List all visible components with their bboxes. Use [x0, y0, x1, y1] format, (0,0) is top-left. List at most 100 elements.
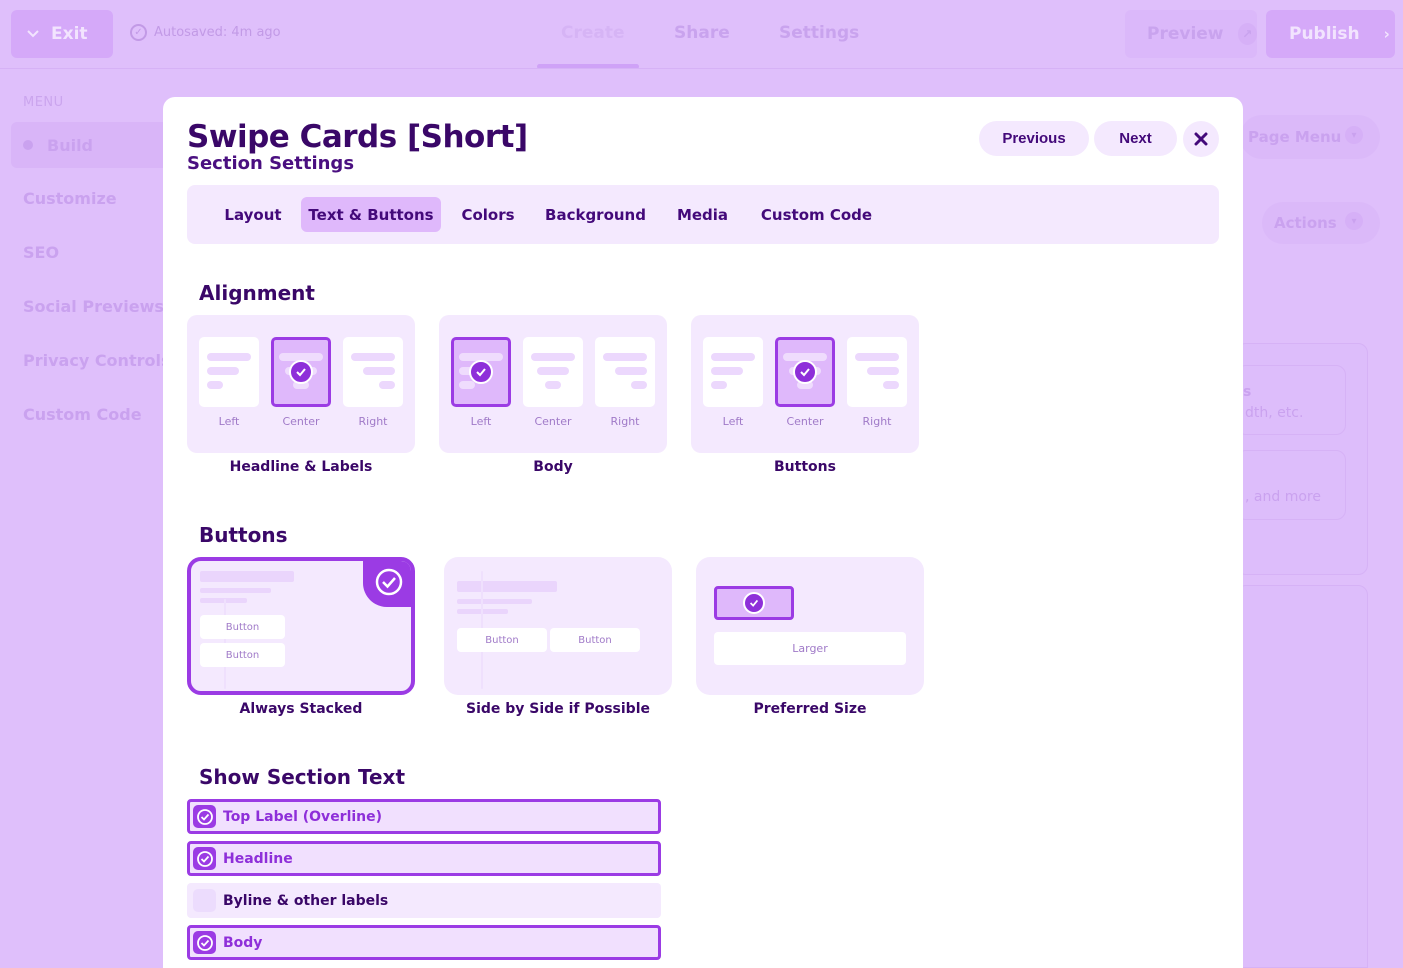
checkbox-checked-icon [193, 847, 216, 870]
buttons-option-label: Preferred Size [753, 701, 867, 717]
tab-custom-code[interactable]: Custom Code [751, 197, 882, 232]
buttons-always-stacked-option[interactable]: Button Button [187, 557, 415, 695]
align-right-option[interactable] [343, 337, 403, 407]
align-center-label: Center [786, 415, 824, 428]
alignment-group-headline: Left Center Right [187, 315, 415, 453]
buttons-side-by-side-option[interactable]: Button Button [444, 557, 672, 695]
right-panel-card-3 [1236, 585, 1368, 968]
toggle-label: Headline [223, 850, 293, 867]
preview-label: Preview [1147, 24, 1224, 44]
next-button[interactable]: Next [1094, 121, 1177, 156]
checkbox-checked-icon [193, 805, 216, 828]
menu-heading: MENU [23, 95, 64, 110]
toggle-top-label[interactable]: Top Label (Overline) [187, 799, 661, 834]
chevron-down-icon: ▾ [1345, 126, 1363, 144]
tab-colors[interactable]: Colors [449, 197, 527, 232]
tab-media[interactable]: Media [664, 197, 741, 232]
topbar-divider [0, 68, 1403, 69]
right-panel-card-2-desc: , and more [1245, 489, 1321, 505]
align-left-label: Left [470, 415, 492, 428]
align-right-option[interactable] [847, 337, 907, 407]
toggle-byline[interactable]: Byline & other labels [187, 883, 661, 918]
preview-button[interactable]: Preview ↗ [1125, 10, 1257, 58]
align-left-option[interactable] [451, 337, 511, 407]
alignment-group-label: Headline & Labels [229, 459, 373, 475]
publish-label: Publish [1289, 24, 1360, 44]
modal-title: Swipe Cards [Short] [187, 119, 528, 155]
align-center-option[interactable] [523, 337, 583, 407]
right-panel-card-2[interactable] [1236, 450, 1346, 520]
check-circle-icon [793, 360, 817, 384]
publish-button[interactable]: Publish › [1266, 10, 1395, 58]
sidebar-item-build[interactable]: Build [11, 122, 171, 168]
right-panel-card-1[interactable] [1236, 365, 1346, 435]
sidebar-item-privacy-controls[interactable]: Privacy Controls [23, 351, 170, 370]
alignment-group-label: Buttons [774, 459, 836, 475]
check-circle-icon [289, 360, 313, 384]
section-settings-modal: Swipe Cards [Short] Section Settings Pre… [163, 97, 1243, 968]
sidebar-item-custom-code[interactable]: Custom Code [23, 405, 142, 424]
check-circle-icon [469, 360, 493, 384]
sidebar-item-customize[interactable]: Customize [23, 189, 117, 208]
align-left-option[interactable] [199, 337, 259, 407]
exit-label: Exit [51, 24, 88, 44]
external-link-icon: ↗ [1237, 23, 1257, 45]
align-center-option[interactable] [271, 337, 331, 407]
align-center-label: Center [282, 415, 320, 428]
checkbox-unchecked-icon [193, 889, 216, 912]
close-button[interactable] [1183, 121, 1219, 157]
alignment-heading: Alignment [199, 281, 315, 305]
autosave-status: ✓ Autosaved: 4m ago [130, 24, 281, 41]
autosave-text: Autosaved: 4m ago [154, 25, 281, 40]
alignment-group-label: Body [533, 459, 573, 475]
sample-button: Button [200, 643, 285, 667]
align-right-label: Right [862, 415, 892, 428]
settings-tabs: Layout Text & Buttons Colors Background … [187, 185, 1219, 244]
toggle-label: Top Label (Overline) [223, 808, 383, 825]
tab-settings[interactable]: Settings [779, 23, 859, 43]
align-center-option[interactable] [775, 337, 835, 407]
sidebar-item-social-previews[interactable]: Social Previews [23, 297, 164, 316]
tab-layout[interactable]: Layout [215, 197, 291, 232]
toggle-headline[interactable]: Headline [187, 841, 661, 876]
check-circle-icon [743, 592, 765, 614]
show-section-text-heading: Show Section Text [199, 765, 406, 789]
top-bar: Exit ✓ Autosaved: 4m ago Create Share Se… [0, 0, 1403, 69]
check-circle-icon [363, 561, 411, 607]
tab-share[interactable]: Share [674, 23, 730, 43]
toggle-body[interactable]: Body [187, 925, 661, 960]
align-right-label: Right [358, 415, 388, 428]
tab-background[interactable]: Background [537, 197, 654, 232]
buttons-heading: Buttons [199, 523, 288, 547]
sample-button: Button [200, 615, 285, 639]
align-left-label: Left [722, 415, 744, 428]
sample-button: Button [457, 628, 547, 652]
buttons-option-label: Side by Side if Possible [466, 701, 650, 717]
buttons-preferred-size-option[interactable]: Larger [696, 557, 924, 695]
chevron-down-icon: ▾ [1345, 212, 1363, 230]
check-circle-icon: ✓ [130, 24, 147, 41]
align-right-option[interactable] [595, 337, 655, 407]
right-panel-card-1-desc: dth, etc. [1245, 405, 1304, 421]
toggle-label: Byline & other labels [223, 892, 389, 909]
align-center-label: Center [534, 415, 572, 428]
previous-button[interactable]: Previous [979, 121, 1089, 156]
chevron-right-icon: › [1383, 25, 1390, 43]
larger-sample-button: Larger [714, 632, 906, 665]
actions-label: Actions [1274, 214, 1337, 232]
exit-button[interactable]: Exit [11, 10, 113, 58]
align-right-label: Right [610, 415, 640, 428]
chevron-down-icon [27, 30, 39, 38]
sample-button: Button [550, 628, 640, 652]
tab-create[interactable]: Create [561, 23, 625, 43]
modal-subtitle: Section Settings [187, 153, 355, 174]
align-left-option[interactable] [703, 337, 763, 407]
alignment-group-buttons: Left Center Right [691, 315, 919, 453]
tab-text-and-buttons[interactable]: Text & Buttons [301, 197, 441, 232]
sidebar-item-seo[interactable]: SEO [23, 243, 59, 262]
close-icon [1194, 132, 1208, 146]
buttons-option-label: Always Stacked [239, 701, 363, 717]
page-menu-label: Page Menu [1248, 128, 1342, 146]
align-left-label: Left [218, 415, 240, 428]
alignment-group-body: Left Center Right [439, 315, 667, 453]
